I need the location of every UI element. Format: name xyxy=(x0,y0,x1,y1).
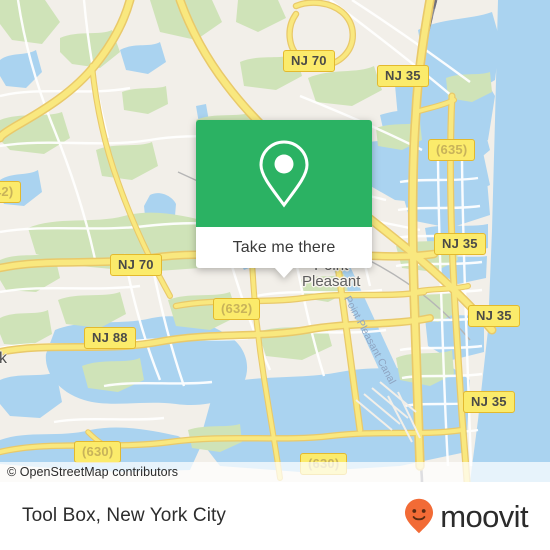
popup-image-panel xyxy=(196,120,372,227)
moovit-pin-smiley-icon xyxy=(405,498,434,534)
shield-630-left[interactable]: (630) xyxy=(74,441,122,463)
moovit-wordmark: moovit xyxy=(440,498,528,534)
map-pin-icon xyxy=(259,139,309,208)
shield-nj-35-mid[interactable]: NJ 35 xyxy=(434,233,486,255)
popup-pointer-tail xyxy=(274,267,294,278)
place-title: Tool Box, New York City xyxy=(22,505,226,526)
place-label-line2: Pleasant xyxy=(302,272,361,290)
shield-nj-70-top[interactable]: NJ 70 xyxy=(283,50,335,72)
shield-42-edge[interactable]: 42) xyxy=(0,181,22,203)
moovit-logo[interactable]: moovit xyxy=(404,498,529,534)
shield-nj-88[interactable]: NJ 88 xyxy=(84,327,136,349)
shield-nj-35-right[interactable]: NJ 35 xyxy=(468,305,520,327)
osm-attribution[interactable]: © OpenStreetMap contributors xyxy=(0,462,550,482)
shield-nj-70-left[interactable]: NJ 70 xyxy=(110,254,162,276)
edge-label-cut-off: k xyxy=(0,350,7,367)
take-me-there-label: Take me there xyxy=(232,238,336,256)
popup-footer[interactable]: Take me there xyxy=(196,227,372,278)
bottom-bar: Tool Box, New York City moovit xyxy=(0,482,550,550)
map-canvas[interactable]: NJ 70 NJ 35 (635) NJ 35 NJ 70 (632) NJ 3… xyxy=(0,0,550,482)
shield-632[interactable]: (632) xyxy=(213,298,261,320)
shield-635[interactable]: (635) xyxy=(428,139,476,161)
location-popup-card[interactable]: Take me there xyxy=(196,120,372,278)
shield-nj-35-top[interactable]: NJ 35 xyxy=(377,65,429,87)
shield-nj-35-lower[interactable]: NJ 35 xyxy=(463,391,515,413)
